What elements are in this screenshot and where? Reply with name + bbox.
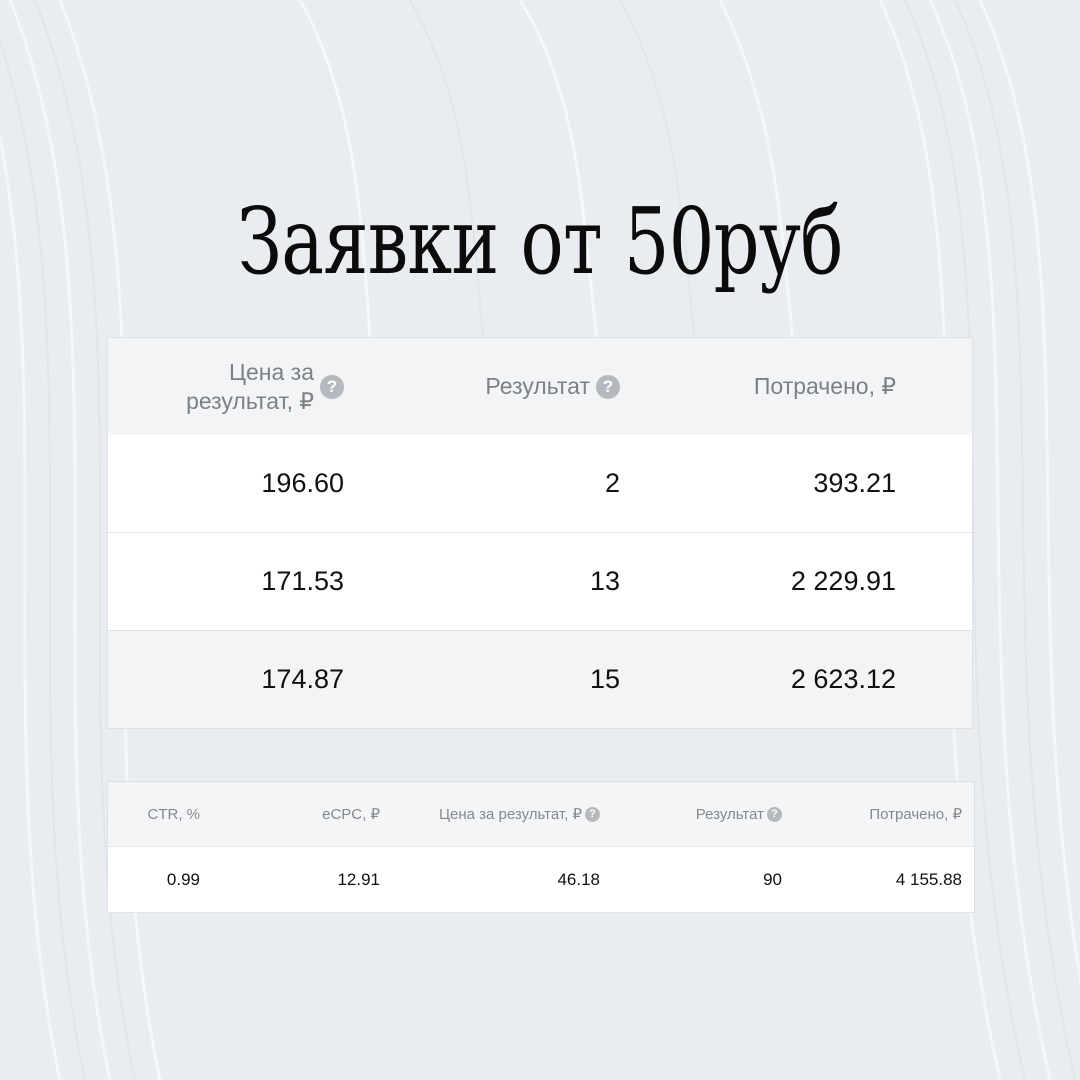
help-icon[interactable]: ?: [585, 806, 600, 822]
cell-cost-per-result: 196.60: [261, 468, 344, 498]
page-title: Заявки от 50руб: [237, 188, 843, 295]
header-label: Цена за результат, ₽: [438, 806, 582, 823]
help-icon[interactable]: ?: [767, 806, 782, 822]
header-label: Потрачено, ₽: [869, 806, 962, 823]
table-row[interactable]: 196.60 2 393.21: [108, 435, 972, 533]
header-label: Цена за результат, ₽: [186, 358, 314, 414]
help-icon[interactable]: ?: [596, 374, 620, 399]
cell-result: 15: [589, 664, 620, 694]
header-label: eCPC, ₽: [322, 806, 380, 823]
cell-result: 2: [604, 468, 620, 498]
stats-table-summary: CTR, % eCPC, ₽ Цена за результат, ₽ ? Ре…: [108, 782, 974, 913]
cell-spent: 393.21: [813, 468, 896, 498]
header-ctr[interactable]: CTR, %: [108, 782, 201, 846]
header-label: Потрачено, ₽: [753, 373, 896, 399]
cell-cost-per-result: 174.87: [261, 664, 344, 694]
stats-table-large: Цена за результат, ₽ ? Результат ? Потра…: [108, 338, 972, 728]
cell-cost-per-result: 46.18: [557, 869, 600, 889]
cell-spent: 2 229.91: [790, 566, 896, 596]
cell-result: 90: [763, 869, 782, 889]
header-cost-per-result[interactable]: Цена за результат, ₽ ?: [380, 782, 600, 846]
table-row[interactable]: 0.99 12.91 46.18 90 4 155.88: [108, 847, 974, 913]
table-row[interactable]: 171.53 13 2 229.91: [108, 533, 972, 631]
header-spent[interactable]: Потрачено, ₽: [782, 782, 962, 846]
table-row[interactable]: 174.87 15 2 623.12: [108, 631, 972, 728]
table-header-row: CTR, % eCPC, ₽ Цена за результат, ₽ ? Ре…: [108, 782, 974, 847]
cell-ctr: 0.99: [166, 869, 200, 889]
header-label: CTR, %: [147, 805, 201, 823]
header-label: Результат: [695, 805, 764, 823]
header-spent[interactable]: Потрачено, ₽: [620, 338, 896, 435]
header-cost-per-result[interactable]: Цена за результат, ₽ ?: [108, 338, 344, 435]
header-label: Результат: [485, 373, 590, 399]
header-ecpc[interactable]: eCPC, ₽: [200, 782, 380, 846]
cell-result: 13: [589, 566, 620, 596]
cell-spent: 2 623.12: [790, 664, 896, 694]
header-result[interactable]: Результат ?: [344, 338, 620, 435]
cell-cost-per-result: 171.53: [261, 566, 344, 596]
header-result[interactable]: Результат ?: [600, 782, 782, 846]
help-icon[interactable]: ?: [320, 374, 344, 399]
cell-ecpc: 12.91: [337, 869, 380, 889]
cell-spent: 4 155.88: [895, 869, 962, 889]
table-header-row: Цена за результат, ₽ ? Результат ? Потра…: [108, 338, 972, 436]
